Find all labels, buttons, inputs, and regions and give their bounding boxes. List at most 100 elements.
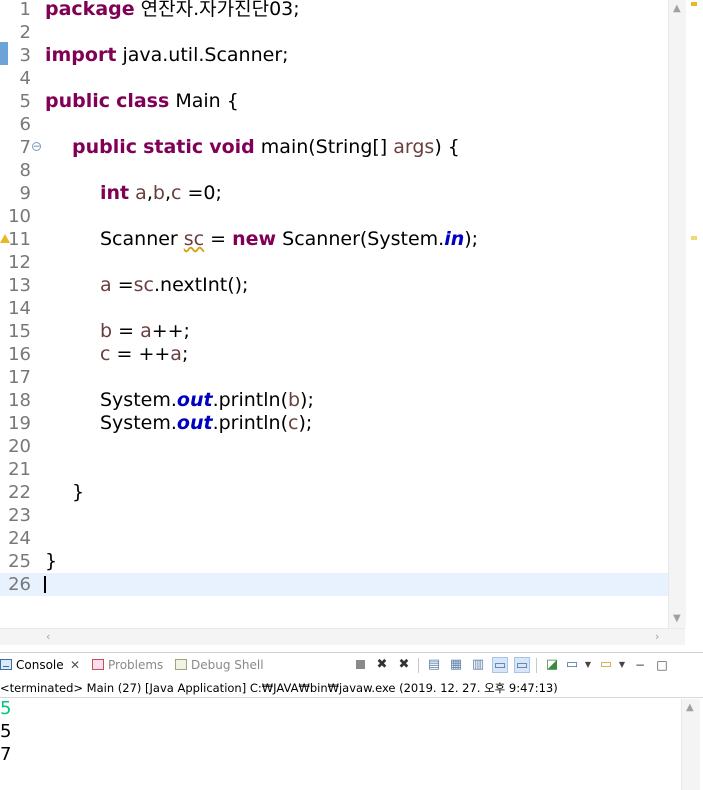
code-line[interactable]: 11 Scanner sc = new Scanner(System.in); — [0, 228, 668, 251]
line-number: 22 — [8, 482, 31, 503]
code-token: = ++ — [110, 343, 171, 365]
code-line[interactable]: 3 import java.util.Scanner; — [0, 44, 668, 67]
minimize-icon[interactable]: − — [632, 657, 648, 673]
code-editor[interactable]: 1 package 연잔자.자가진단03; 2 3 import java.util.S… — [0, 0, 703, 645]
code-text: System.out.println(b); — [100, 389, 314, 412]
code-area[interactable]: 1 package 연잔자.자가진단03; 2 3 import java.util.S… — [0, 0, 668, 628]
code-token: class — [116, 90, 170, 112]
scroll-down-arrow-icon[interactable]: ▼ — [673, 613, 681, 624]
terminate-icon[interactable] — [352, 657, 368, 673]
maximize-icon[interactable]: □ — [654, 657, 670, 673]
tab-problems-label: Problems — [108, 658, 164, 672]
code-token: void — [209, 136, 255, 158]
code-line[interactable]: 22} — [0, 481, 668, 504]
editor-vertical-scrollbar[interactable]: ▲ ▼ — [668, 0, 686, 628]
code-token: Scanner(System. — [276, 228, 445, 250]
code-line[interactable]: 8 — [0, 159, 668, 182]
console-output-line: 5 — [0, 721, 12, 742]
tab-console-label: Console — [16, 658, 64, 672]
code-line[interactable]: 10 — [0, 205, 668, 228]
change-marker — [0, 42, 8, 65]
scroll-lock-icon[interactable]: ▦ — [448, 657, 464, 673]
code-token: .println( — [212, 389, 288, 411]
console-icon — [0, 659, 12, 670]
tab-debug-shell-label: Debug Shell — [191, 658, 264, 672]
problems-icon — [92, 659, 104, 670]
line-number: 26 — [8, 574, 31, 595]
collapse-fold-icon[interactable]: − — [32, 142, 41, 152]
line-number: 12 — [8, 252, 31, 273]
warning-icon[interactable] — [0, 234, 10, 243]
show-console-on-stdout-icon[interactable]: ▭ — [492, 657, 508, 673]
console-panel: Console ✕ Problems Debug Shell ✖ ✖ ▤ ▦ ▥… — [0, 652, 703, 790]
code-line[interactable]: 4 — [0, 67, 668, 90]
code-line[interactable]: 25} — [0, 550, 668, 573]
scroll-right-arrow-icon[interactable]: › — [655, 630, 659, 643]
code-line[interactable]: 20 — [0, 435, 668, 458]
pin-console-icon[interactable]: ◪ — [544, 657, 560, 673]
chevron-down-icon[interactable]: ▼ — [580, 657, 596, 673]
word-wrap-icon[interactable]: ▥ — [470, 657, 486, 673]
overview-warning-marker[interactable] — [691, 236, 697, 240]
tab-console[interactable]: Console ✕ — [0, 653, 84, 677]
code-token: c — [170, 182, 182, 204]
clear-console-icon[interactable]: ▤ — [426, 657, 442, 673]
overview-warning-summary-icon[interactable] — [691, 2, 697, 6]
code-token: a — [170, 343, 182, 365]
editor-horizontal-scrollbar[interactable]: ‹ › — [0, 628, 685, 645]
code-line[interactable]: 23 — [0, 504, 668, 527]
console-output[interactable]: 557 — [0, 698, 680, 790]
show-console-on-stderr-icon[interactable]: ▭ — [514, 657, 530, 673]
code-line[interactable]: 9 int a,b,c =0; — [0, 182, 668, 205]
console-vertical-scrollbar[interactable]: ▲ — [681, 699, 700, 790]
code-token: int — [100, 182, 130, 204]
code-line[interactable]: 19 System.out.println(c); — [0, 412, 668, 435]
code-line[interactable]: 24 — [0, 527, 668, 550]
code-line[interactable]: 26 — [0, 573, 668, 596]
code-token: = — [204, 228, 233, 250]
tab-debug-shell[interactable]: Debug Shell — [175, 653, 265, 677]
code-line[interactable]: 7− public static void main(String[] args)… — [0, 136, 668, 159]
remove-all-terminated-icon[interactable]: ✖ — [396, 657, 412, 673]
code-token: public — [72, 136, 138, 158]
code-token: ); — [298, 412, 313, 434]
scroll-up-arrow-icon[interactable]: ▲ — [673, 3, 681, 14]
code-token: ++; — [151, 320, 190, 342]
code-line[interactable]: 21 — [0, 458, 668, 481]
code-token: out — [176, 412, 213, 434]
code-text: } — [45, 550, 57, 573]
code-line[interactable]: 5 public class Main { — [0, 90, 668, 113]
code-line[interactable]: 1 package 연잔자.자가진단03; — [0, 0, 668, 21]
toolbar-separator — [418, 658, 419, 673]
code-token: static — [143, 136, 204, 158]
line-number: 24 — [8, 528, 31, 549]
code-line[interactable]: 13 a =sc.nextInt(); — [0, 274, 668, 297]
code-line[interactable]: 16 c = ++a; — [0, 343, 668, 366]
code-token: Scanner — [100, 228, 184, 250]
tab-problems[interactable]: Problems — [92, 653, 172, 677]
remove-launch-icon[interactable]: ✖ — [374, 657, 390, 673]
tab-close-icon[interactable]: ✕ — [70, 653, 80, 677]
code-line[interactable]: 12 — [0, 251, 668, 274]
code-line[interactable]: 15 b = a++; — [0, 320, 668, 343]
code-line[interactable]: 14 — [0, 297, 668, 320]
code-token: java.util.Scanner; — [116, 44, 289, 66]
chevron-down-icon[interactable]: ▼ — [614, 657, 630, 673]
code-token: c — [100, 343, 111, 365]
code-line[interactable]: 2 — [0, 21, 668, 44]
display-selected-console-icon[interactable]: ▭ — [564, 657, 580, 673]
scroll-up-arrow-icon[interactable]: ▲ — [686, 702, 694, 713]
code-text: } — [72, 481, 84, 504]
overview-ruler[interactable] — [686, 0, 703, 628]
code-token: System. — [100, 389, 177, 411]
open-console-icon[interactable]: ▭ — [598, 657, 614, 673]
scroll-left-arrow-icon[interactable]: ‹ — [46, 630, 50, 643]
code-line[interactable]: 18 System.out.println(b); — [0, 389, 668, 412]
console-status-line: <terminated> Main (27) [Java Application… — [0, 679, 703, 698]
code-text: int a,b,c =0; — [100, 182, 222, 205]
code-text: System.out.println(c); — [100, 412, 312, 435]
code-line[interactable]: 6 — [0, 113, 668, 136]
code-token: in — [444, 228, 465, 250]
code-line[interactable]: 17 — [0, 366, 668, 389]
code-token: ); — [464, 228, 479, 250]
